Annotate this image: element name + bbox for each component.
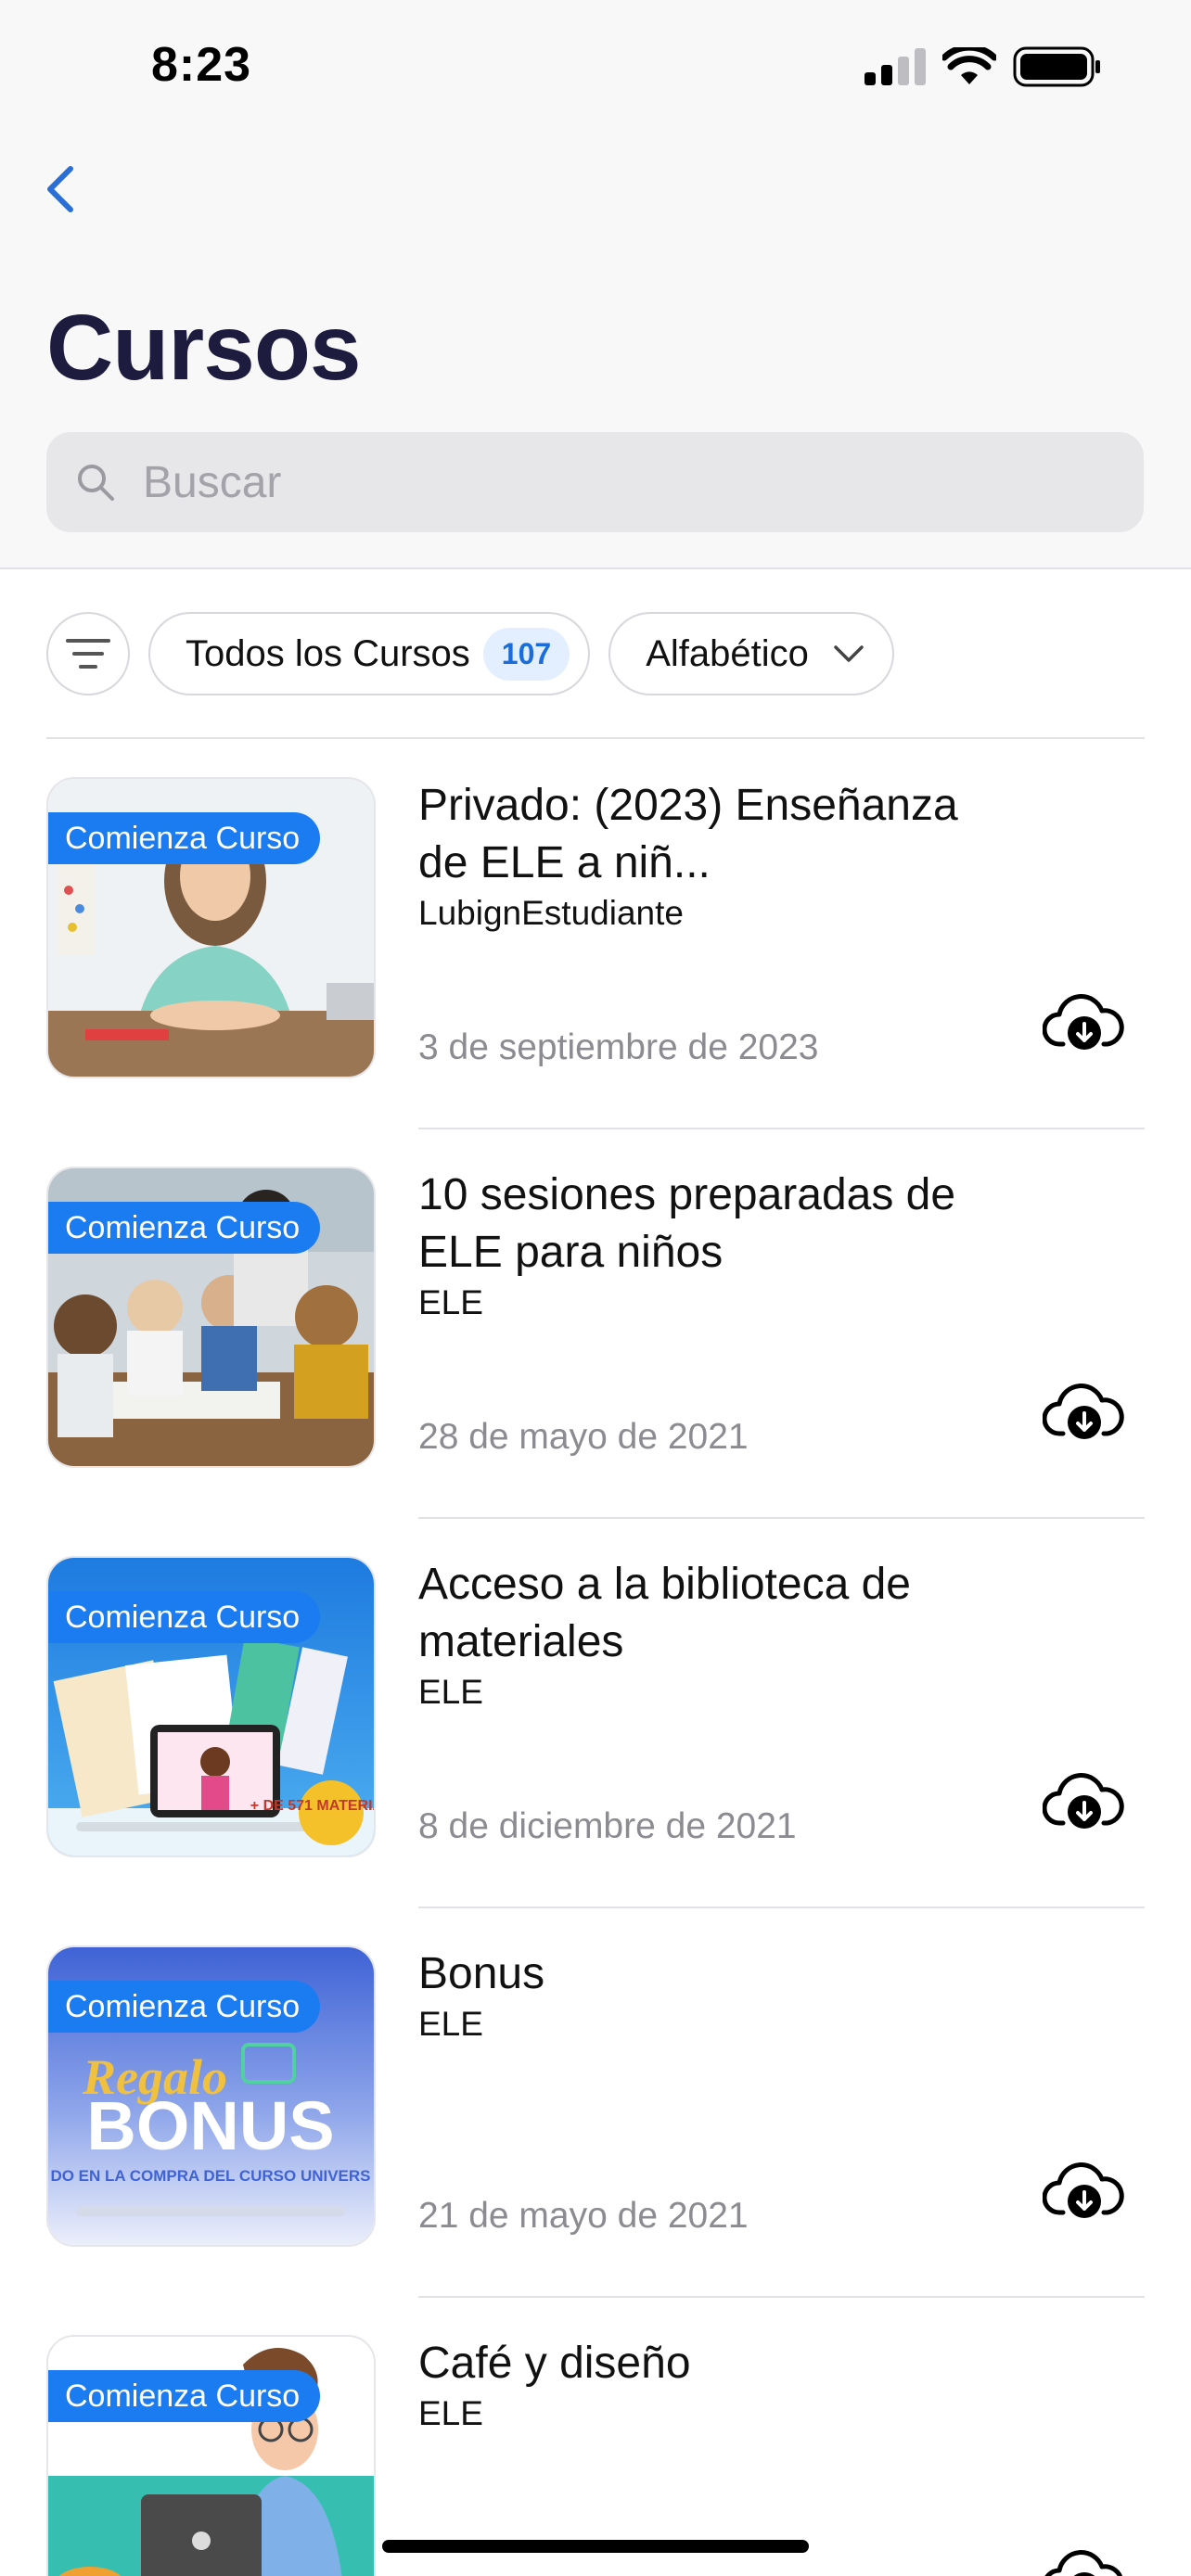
all-courses-chip[interactable]: Todos los Cursos 107 [148, 612, 591, 695]
start-course-badge: Comienza Curso [48, 1202, 321, 1254]
course-category: ELE [418, 2394, 483, 2432]
filter-button[interactable] [46, 612, 130, 695]
course-thumbnail: Comienza Curso [46, 2335, 376, 2576]
course-category: ELE [418, 1673, 483, 1711]
course-thumbnail: Comienza Curso [46, 1167, 376, 1468]
filter-icon [66, 639, 110, 669]
course-thumbnail: Comienza Curso [46, 777, 376, 1078]
cloud-download-icon[interactable] [1043, 1380, 1126, 1445]
row-divider [418, 1128, 1145, 1129]
course-thumbnail: Regalo BONUS DO EN LA COMPRA DEL CURSO U… [46, 1945, 376, 2247]
course-item[interactable]: Comienza Curso 10 sesiones preparadas de… [46, 1167, 1145, 1473]
course-category: LubignEstudiante [418, 894, 684, 932]
cloud-download-icon[interactable] [1043, 1769, 1126, 1834]
course-date: 8 de diciembre de 2021 [418, 1806, 797, 1846]
search-icon [78, 465, 114, 501]
course-date: 3 de septiembre de 2023 [418, 1027, 819, 1067]
course-thumbnail: + DE 571 MATERIALES Comienza Curso [46, 1556, 376, 1857]
course-category: ELE [418, 1283, 483, 1321]
status-time: 8:23 [151, 38, 252, 92]
row-divider [418, 1517, 1145, 1519]
row-divider [418, 2296, 1145, 2298]
cloud-download-icon[interactable] [1043, 990, 1126, 1055]
filter-divider [46, 737, 1145, 739]
home-indicator[interactable] [382, 2540, 809, 2553]
sort-label: Alfabético [646, 632, 809, 674]
status-icons [864, 46, 1102, 87]
course-date: 21 de mayo de 2021 [418, 2196, 749, 2236]
start-course-badge: Comienza Curso [48, 1591, 321, 1643]
thumb-text-tagline: DO EN LA COMPRA DEL CURSO UNIVERS [50, 2167, 370, 2185]
search-input[interactable]: Buscar [46, 432, 1144, 532]
course-date: 28 de mayo de 2021 [418, 1417, 749, 1457]
course-item[interactable]: Regalo BONUS DO EN LA COMPRA DEL CURSO U… [46, 1945, 1145, 2251]
all-courses-label: Todos los Cursos [186, 632, 470, 674]
course-category: ELE [418, 2005, 483, 2043]
cellular-signal-icon [864, 48, 926, 85]
sort-dropdown[interactable]: Alfabético [608, 612, 894, 695]
thumb-text-bonus: BONUS [86, 2087, 334, 2164]
start-course-badge: Comienza Curso [48, 812, 321, 864]
search-placeholder: Buscar [143, 457, 282, 507]
course-title: 10 sesiones preparadas de ELE para niños [418, 1170, 956, 1277]
course-title: Bonus [418, 1949, 545, 1998]
course-title: Café y diseño [418, 2339, 691, 2388]
chevron-down-icon [834, 645, 864, 662]
row-divider [418, 1906, 1145, 1908]
thumb-text: + DE 571 MATERIALES [250, 1798, 376, 1814]
cloud-download-icon[interactable] [1043, 2546, 1126, 2576]
cloud-download-icon[interactable] [1043, 2159, 1126, 2224]
back-chevron-icon[interactable] [41, 163, 78, 215]
course-title: Acceso a la biblioteca de materiales [418, 1560, 911, 1666]
course-count-badge: 107 [482, 627, 570, 681]
start-course-badge: Comienza Curso [48, 2370, 321, 2422]
battery-icon [1013, 46, 1100, 87]
course-title: Privado: (2023) Enseñanza de ELE a niñ..… [418, 781, 958, 887]
start-course-badge: Comienza Curso [48, 1981, 321, 2033]
page-title: Cursos [46, 296, 362, 400]
course-item[interactable]: + DE 571 MATERIALES Comienza Curso Acces… [46, 1556, 1145, 1862]
course-item[interactable]: Comienza Curso Privado: (2023) Enseñanza… [46, 777, 1145, 1083]
filter-bar: Todos los Cursos 107 Alfabético [46, 612, 894, 695]
wifi-icon [942, 47, 996, 84]
